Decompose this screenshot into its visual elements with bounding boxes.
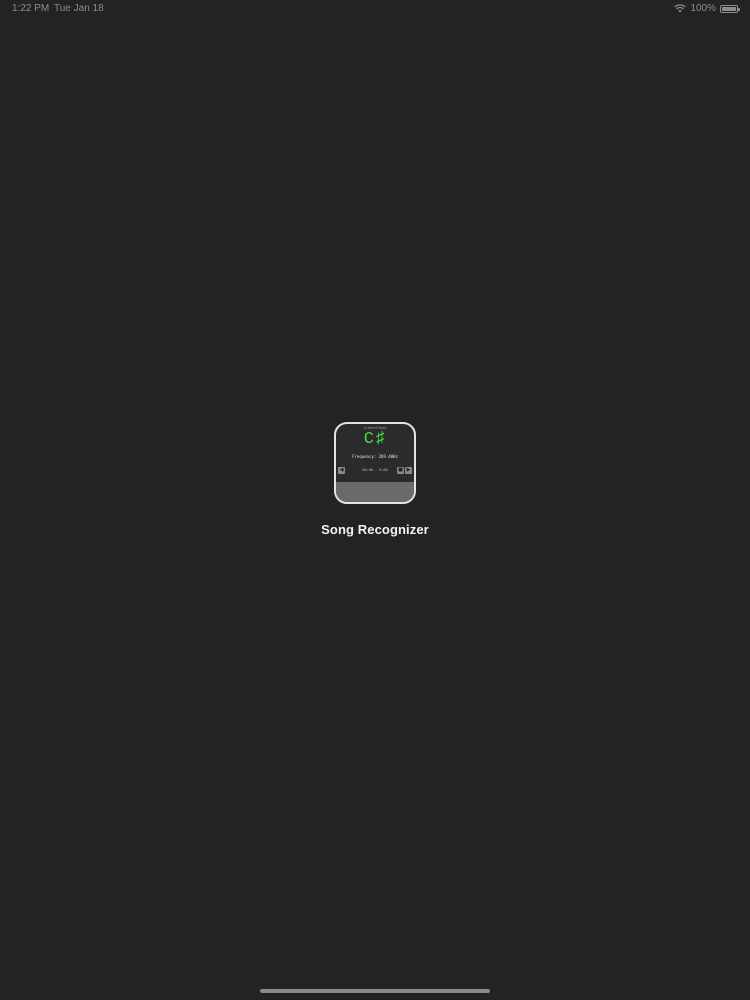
home-indicator[interactable]	[260, 989, 490, 993]
app-icon[interactable]: Current Note C♯ Frequency: 269.40Hz ◀ 00…	[334, 422, 416, 504]
status-time: 1:22 PM	[12, 3, 50, 14]
next-icon: ▶	[405, 467, 412, 474]
status-bar: 1:22 PM Tue Jan 18 100%	[0, 0, 750, 20]
icon-note-display: C♯	[363, 430, 387, 449]
battery-percent: 100%	[690, 3, 716, 14]
wifi-icon	[674, 4, 687, 13]
icon-controls: ◀ 00:00 - 0:00 ■ ▶	[338, 467, 412, 475]
app-name-label: Song Recognizer	[321, 522, 429, 537]
status-date: Tue Jan 18	[54, 3, 104, 14]
stop-icon: ■	[397, 467, 404, 474]
icon-frequency-readout: Frequency: 269.40Hz	[352, 454, 398, 459]
battery-icon	[720, 4, 740, 13]
icon-bottom-panel	[336, 482, 414, 502]
status-indicators: 100%	[674, 3, 740, 14]
